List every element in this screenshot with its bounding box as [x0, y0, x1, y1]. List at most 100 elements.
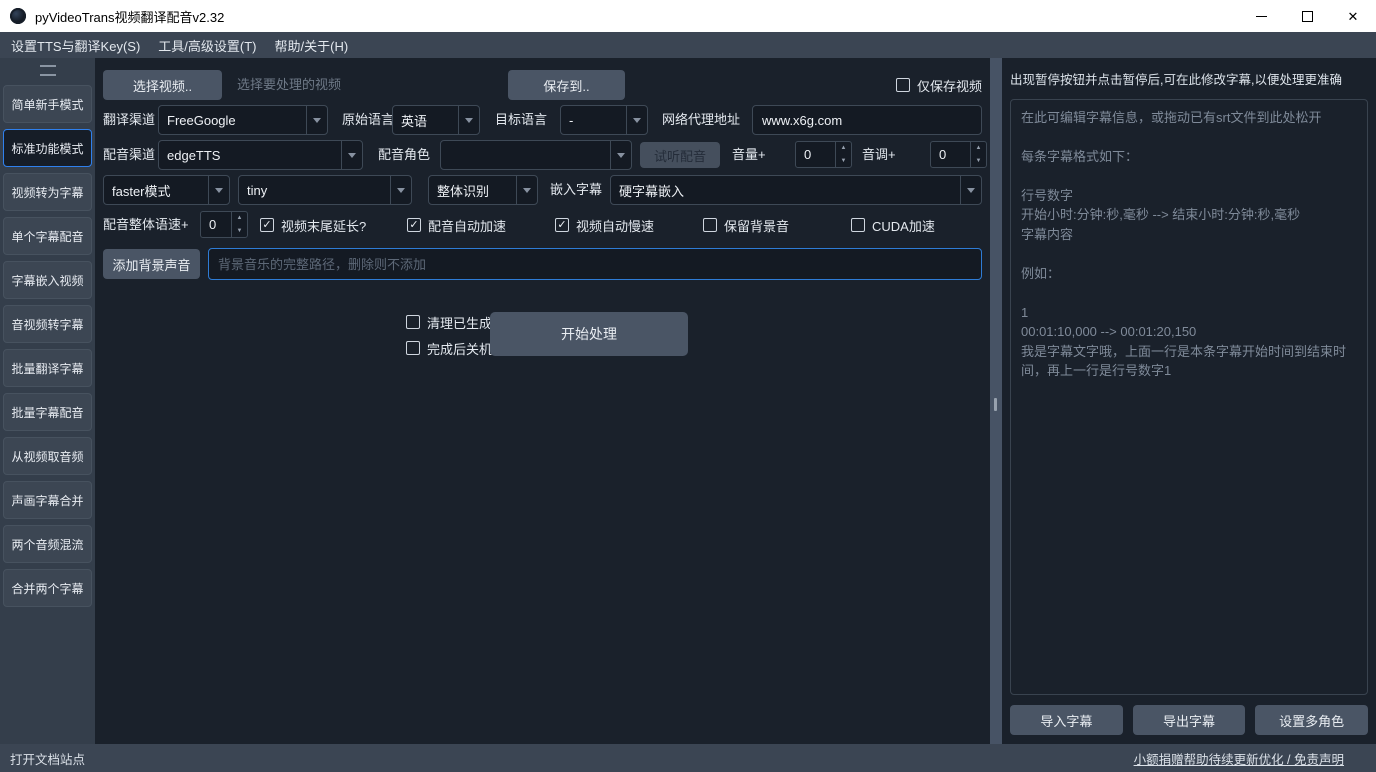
- menu-tts-translate-key[interactable]: 设置TTS与翻译Key(S): [2, 36, 149, 55]
- spinner-arrows-icon[interactable]: ▲▼: [231, 212, 247, 237]
- panel-splitter[interactable]: [990, 58, 1002, 744]
- translate-channel-label: 翻译渠道: [103, 105, 155, 135]
- proxy-input[interactable]: [752, 105, 982, 135]
- window-title: pyVideoTrans视频翻译配音v2.32: [35, 7, 224, 26]
- source-lang-select[interactable]: 英语: [392, 105, 480, 135]
- sidebar-item-batch-dub[interactable]: 批量字幕配音: [3, 393, 92, 431]
- row-source: 选择视频.. 选择要处理的视频 保存到.. 仅保存视频: [95, 70, 990, 100]
- import-subtitle-button[interactable]: 导入字幕: [1010, 705, 1123, 735]
- voice-role-label: 配音角色: [378, 140, 430, 170]
- video-tail-extend-label: 视频末尾延长?: [281, 216, 366, 235]
- pitch-stepper[interactable]: ▲▼: [930, 141, 987, 168]
- video-auto-slowdown-label: 视频自动慢速: [576, 216, 654, 235]
- keep-background-audio-checkbox[interactable]: 保留背景音: [703, 210, 789, 240]
- row-background-music: 添加背景声音: [95, 248, 990, 282]
- speed-stepper[interactable]: ▲▼: [200, 211, 248, 238]
- menu-help-about[interactable]: 帮助/关于(H): [266, 36, 358, 55]
- sidebar-item-merge-av-subtitle[interactable]: 声画字幕合并: [3, 481, 92, 519]
- subtitle-buttons: 导入字幕 导出字幕 设置多角色: [1010, 705, 1368, 735]
- chevron-down-icon: [960, 176, 981, 204]
- chevron-down-icon: [458, 106, 479, 134]
- subtitle-panel: 出现暂停按钮并点击暂停后,可在此修改字幕,以便处理更准确 在此可编辑字幕信息，或…: [1002, 58, 1376, 744]
- close-button[interactable]: ✕: [1330, 0, 1376, 32]
- source-lang-value: 英语: [393, 106, 458, 134]
- speed-input[interactable]: [201, 212, 231, 237]
- sidebar-item-standard-mode[interactable]: 标准功能模式: [3, 129, 92, 167]
- dub-auto-speedup-label: 配音自动加速: [428, 216, 506, 235]
- pitch-input[interactable]: [931, 142, 970, 167]
- model-select[interactable]: tiny: [238, 175, 412, 205]
- spinner-arrows-icon[interactable]: ▲▼: [970, 142, 986, 167]
- multi-role-button[interactable]: 设置多角色: [1255, 705, 1368, 735]
- model-mode-select[interactable]: faster模式: [103, 175, 230, 205]
- background-music-path-input[interactable]: [208, 248, 982, 280]
- video-auto-slowdown-checkbox[interactable]: 视频自动慢速: [555, 210, 654, 240]
- subtitle-editor[interactable]: 在此可编辑字幕信息，或拖动已有srt文件到此处松开 每条字幕格式如下： 行号数字…: [1010, 99, 1368, 695]
- dub-auto-speedup-checkbox[interactable]: 配音自动加速: [407, 210, 506, 240]
- shutdown-after-checkbox[interactable]: 完成后关机: [406, 338, 492, 358]
- voice-role-select[interactable]: [440, 140, 632, 170]
- open-docs-link[interactable]: 打开文档站点: [10, 749, 85, 768]
- sidebar-item-mix-audio[interactable]: 两个音频混流: [3, 525, 92, 563]
- cleanup-generated-checkbox[interactable]: 清理已生成: [406, 312, 492, 332]
- row-options: 配音整体语速+ ▲▼ 视频末尾延长? 配音自动加速 视频自动慢速: [95, 210, 990, 240]
- maximize-icon: [1302, 11, 1313, 22]
- chevron-down-icon: [626, 106, 647, 134]
- chevron-down-icon: [390, 176, 411, 204]
- select-video-hint: 选择要处理的视频: [237, 70, 341, 100]
- sidebar-item-merge-subtitles[interactable]: 合并两个字幕: [3, 569, 92, 607]
- add-background-audio-button[interactable]: 添加背景声音: [103, 249, 200, 279]
- donate-disclaimer-link[interactable]: 小额捐赠帮助待续更新优化 / 免责声明: [1134, 749, 1344, 768]
- sidebar-item-av-to-subtitle[interactable]: 音视频转字幕: [3, 305, 92, 343]
- translate-channel-value: FreeGoogle: [159, 106, 306, 134]
- checkbox-icon: [896, 78, 910, 92]
- model-value: tiny: [239, 176, 390, 204]
- splitter-grip-icon: [994, 398, 997, 411]
- embed-subtitle-label: 嵌入字幕: [550, 175, 602, 205]
- speed-label: 配音整体语速+: [103, 210, 189, 240]
- chevron-down-icon: [516, 176, 537, 204]
- sidebar-item-embed-subtitle[interactable]: 字幕嵌入视频: [3, 261, 92, 299]
- app-icon: [10, 8, 26, 24]
- maximize-button[interactable]: [1284, 0, 1330, 32]
- save-to-button[interactable]: 保存到..: [508, 70, 625, 100]
- recognition-type-select[interactable]: 整体识别: [428, 175, 538, 205]
- sidebar-item-single-subtitle-dub[interactable]: 单个字幕配音: [3, 217, 92, 255]
- model-mode-value: faster模式: [104, 176, 208, 204]
- sidebar-item-video-to-subtitle[interactable]: 视频转为字幕: [3, 173, 92, 211]
- sidebar-drag-handle-icon[interactable]: [40, 65, 56, 76]
- listen-dub-button[interactable]: 试听配音: [640, 142, 720, 168]
- checkbox-icon: [406, 341, 420, 355]
- translate-channel-select[interactable]: FreeGoogle: [158, 105, 328, 135]
- embed-subtitle-value: 硬字幕嵌入: [611, 176, 960, 204]
- cleanup-generated-label: 清理已生成: [427, 313, 492, 332]
- select-video-button[interactable]: 选择视频..: [103, 70, 222, 100]
- app-window: pyVideoTrans视频翻译配音v2.32 ✕ 设置TTS与翻译Key(S)…: [0, 0, 1376, 772]
- sidebar-item-simple-mode[interactable]: 简单新手模式: [3, 85, 92, 123]
- tts-channel-value: edgeTTS: [159, 141, 341, 169]
- subtitle-panel-hint: 出现暂停按钮并点击暂停后,可在此修改字幕,以便处理更准确: [1010, 72, 1368, 89]
- cuda-accel-checkbox[interactable]: CUDA加速: [851, 210, 935, 240]
- video-tail-extend-checkbox[interactable]: 视频末尾延长?: [260, 210, 366, 240]
- only-save-video-checkbox[interactable]: 仅保存视频: [896, 70, 982, 100]
- volume-stepper[interactable]: ▲▼: [795, 141, 852, 168]
- row-recognition: faster模式 tiny 整体识别 嵌入字幕 硬字幕嵌入: [95, 175, 990, 205]
- menubar: 设置TTS与翻译Key(S) 工具/高级设置(T) 帮助/关于(H): [0, 32, 1376, 58]
- export-subtitle-button[interactable]: 导出字幕: [1133, 705, 1246, 735]
- checkbox-checked-icon: [260, 218, 274, 232]
- volume-input[interactable]: [796, 142, 835, 167]
- spinner-arrows-icon[interactable]: ▲▼: [835, 142, 851, 167]
- source-lang-label: 原始语言: [342, 105, 394, 135]
- menu-tools-advanced[interactable]: 工具/高级设置(T): [149, 36, 265, 55]
- sidebar-item-batch-translate[interactable]: 批量翻译字幕: [3, 349, 92, 387]
- recognition-type-value: 整体识别: [429, 176, 516, 204]
- embed-subtitle-select[interactable]: 硬字幕嵌入: [610, 175, 982, 205]
- shutdown-after-label: 完成后关机: [427, 339, 492, 358]
- keep-background-audio-label: 保留背景音: [724, 216, 789, 235]
- sidebar-item-extract-audio[interactable]: 从视频取音频: [3, 437, 92, 475]
- start-processing-button[interactable]: 开始处理: [490, 312, 688, 356]
- target-lang-select[interactable]: -: [560, 105, 648, 135]
- chevron-down-icon: [208, 176, 229, 204]
- minimize-button[interactable]: [1238, 0, 1284, 32]
- tts-channel-select[interactable]: edgeTTS: [158, 140, 363, 170]
